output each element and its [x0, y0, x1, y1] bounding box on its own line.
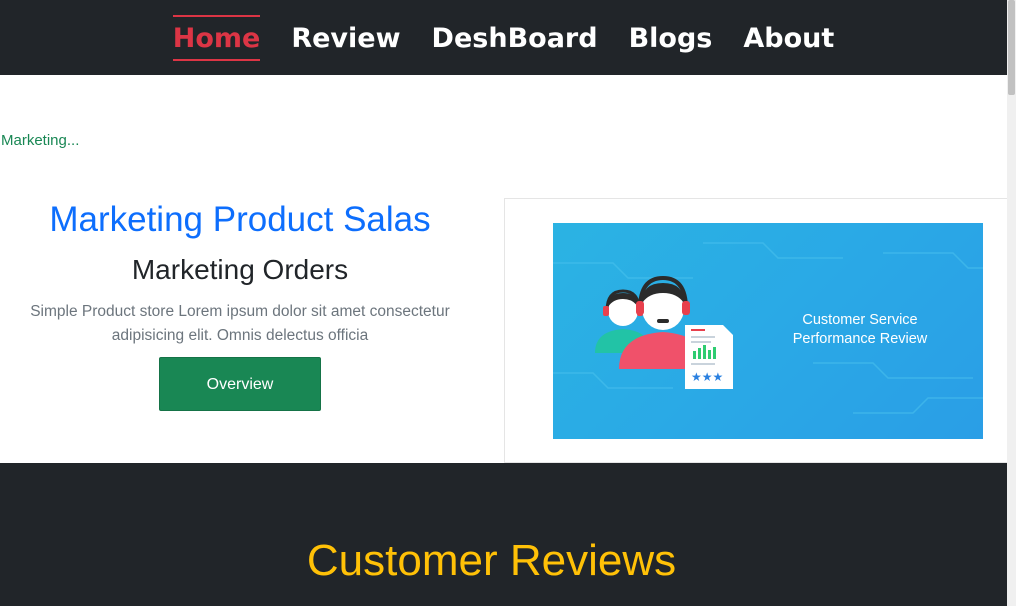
banner-caption-line1: Customer Service: [802, 312, 918, 328]
overview-button[interactable]: Overview: [159, 357, 321, 411]
hero-text-section: Marketing Product Salas Marketing Orders…: [0, 198, 480, 411]
scrollbar-thumb[interactable]: [1008, 0, 1015, 95]
loading-status-text: Marketing...: [1, 132, 80, 149]
hero-image-card: ★★★ Customer Service Performance Review: [504, 198, 1008, 463]
page: Home Review DeshBoard Blogs About Market…: [0, 0, 1016, 606]
hero-title: Marketing Product Salas: [49, 200, 431, 239]
nav-link-dashboard[interactable]: DeshBoard: [432, 15, 598, 61]
customer-service-banner-image: ★★★ Customer Service Performance Review: [553, 223, 983, 439]
banner-caption: Customer Service Performance Review: [775, 311, 945, 349]
customer-reviews-section: Customer Reviews: [0, 463, 1007, 606]
vertical-scrollbar[interactable]: [1007, 0, 1016, 606]
top-navbar: Home Review DeshBoard Blogs About: [0, 0, 1007, 75]
banner-caption-line2: Performance Review: [792, 331, 928, 347]
nav-link-blogs[interactable]: Blogs: [629, 15, 713, 61]
nav-link-home[interactable]: Home: [172, 14, 261, 61]
reviews-heading: Customer Reviews: [306, 536, 677, 585]
nav-link-review[interactable]: Review: [291, 15, 400, 61]
hero-subtitle: Marketing Orders: [131, 254, 349, 285]
svg-text:★★★: ★★★: [691, 370, 723, 384]
report-document-icon: ★★★: [685, 325, 733, 389]
nav-link-about[interactable]: About: [743, 15, 834, 61]
hero-description: Simple Product store Lorem ipsum dolor s…: [30, 303, 450, 344]
